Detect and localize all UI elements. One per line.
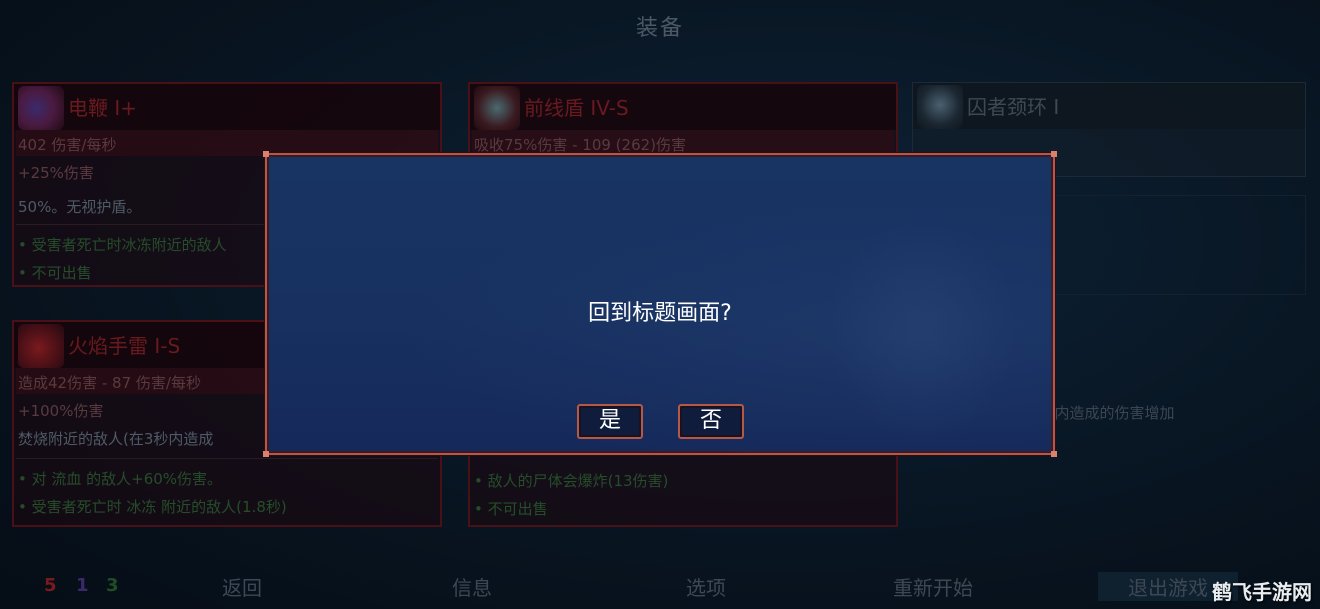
watermark-logo: 鹤飞手游网 — [1212, 580, 1312, 604]
nav-restart[interactable]: 重新开始 — [893, 572, 973, 601]
stat-red: 5 — [44, 575, 57, 596]
confirm-dialog: 回到标题画面? 是 否 — [263, 151, 1057, 457]
background-decoration — [827, 215, 1017, 445]
collar-icon — [917, 85, 963, 129]
yes-button[interactable]: 是 — [577, 404, 643, 439]
card-perk-line: • 受害者死亡时冰冻附近的敌人 — [18, 236, 227, 254]
card-name: 前线盾 IV-S — [524, 96, 629, 120]
no-button[interactable]: 否 — [678, 404, 744, 439]
card-stat-line: 50%。无视护盾。 — [18, 198, 142, 216]
nav-back[interactable]: 返回 — [222, 572, 262, 601]
grenade-icon — [18, 324, 64, 368]
card-perk-line: • 不可出售 — [18, 264, 92, 282]
stat-purple: 1 — [76, 575, 89, 596]
card-stat-line: 吸收75%伤害 - 109 (262)伤害 — [474, 136, 687, 154]
card-stat-line: +100%伤害 — [18, 402, 104, 420]
screen-title: 装备 — [635, 16, 684, 41]
nav-info[interactable]: 信息 — [452, 572, 492, 601]
shield-icon — [474, 86, 520, 130]
whip-icon — [18, 86, 64, 130]
nav-options[interactable]: 选项 — [686, 572, 726, 601]
dialog-message: 回到标题画面? — [588, 301, 732, 326]
card-stat-line: 焚烧附近的敌人(在3秒内造成 — [18, 430, 214, 448]
card-perk-line: • 敌人的尸体会爆炸(13伤害) — [474, 472, 669, 490]
card-perk-line: • 受害者死亡时 冰冻 附近的敌人(1.8秒) — [18, 498, 287, 516]
card-name: 囚者颈环 I — [967, 95, 1060, 119]
card-name: 电鞭 I+ — [68, 96, 138, 120]
card-stat-line: 造成42伤害 - 87 伤害/每秒 — [18, 374, 201, 392]
card-stat-line: 402 伤害/每秒 — [18, 136, 117, 154]
card-name: 火焰手雷 I-S — [68, 334, 181, 358]
card-stat-line: +25%伤害 — [18, 164, 94, 182]
card-perk-line: • 不可出售 — [474, 500, 548, 518]
card-perk-line: • 对 流血 的敌人+60%伤害。 — [18, 470, 223, 488]
stat-green: 3 — [106, 575, 119, 596]
